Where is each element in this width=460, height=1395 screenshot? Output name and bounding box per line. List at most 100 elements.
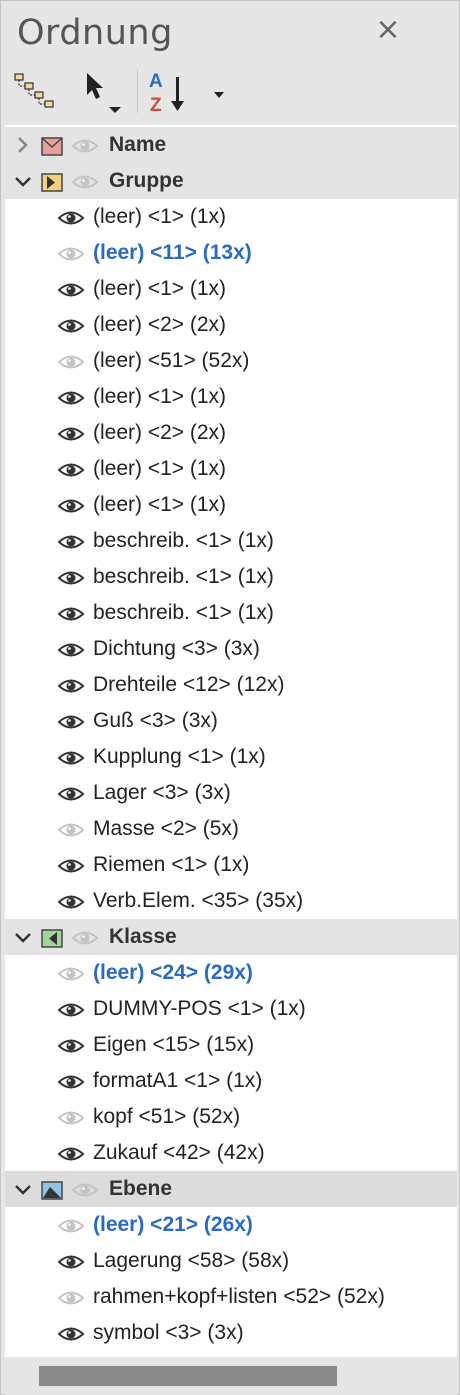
- eye-icon[interactable]: [57, 713, 85, 736]
- toolbar: A Z: [5, 63, 457, 125]
- eye-icon[interactable]: [57, 461, 85, 484]
- hierarchy-icon: [14, 73, 54, 108]
- tree-item[interactable]: Lagerung <58> (58x): [5, 1243, 457, 1279]
- tree-item[interactable]: (leer) <11> (13x): [5, 235, 457, 271]
- group-flag-icon: [41, 173, 63, 192]
- tree-item[interactable]: formatA1 <1> (1x): [5, 1063, 457, 1099]
- eye-icon[interactable]: [57, 749, 85, 772]
- tree-item-label: (leer) <51> (52x): [93, 349, 250, 372]
- tree-item-label: Lager <3> (3x): [93, 781, 231, 804]
- chevron-down-icon[interactable]: [13, 925, 33, 949]
- tree-item[interactable]: DUMMY-POS <1> (1x): [5, 991, 457, 1027]
- sort-az-button[interactable]: A Z: [145, 69, 193, 116]
- sort-letter-z: Z: [150, 95, 162, 115]
- tree-item[interactable]: (leer) <2> (2x): [5, 307, 457, 343]
- tree-item[interactable]: Zukauf <42> (42x): [5, 1135, 457, 1171]
- eye-icon[interactable]: [57, 785, 85, 808]
- eye-icon[interactable]: [71, 173, 99, 196]
- tree-item-label: rahmen+kopf+listen <52> (52x): [93, 1285, 385, 1308]
- toolbar-separator: [137, 69, 138, 113]
- eye-icon[interactable]: [71, 137, 99, 160]
- tree-item[interactable]: rahmen+kopf+listen <52> (52x): [5, 1279, 457, 1315]
- group-header-name[interactable]: Name: [5, 127, 457, 163]
- tree-item[interactable]: Verb.Elem. <35> (35x): [5, 883, 457, 919]
- tree-item[interactable]: Masse <2> (5x): [5, 811, 457, 847]
- tree-item-label: Zukauf <42> (42x): [93, 1141, 265, 1164]
- eye-icon[interactable]: [57, 893, 85, 916]
- tree-item[interactable]: Eigen <15> (15x): [5, 1027, 457, 1063]
- tree-item[interactable]: beschreib. <1> (1x): [5, 523, 457, 559]
- eye-hidden-icon[interactable]: [57, 821, 85, 844]
- horizontal-scrollbar[interactable]: [5, 1357, 457, 1395]
- tree-item[interactable]: Dichtung <3> (3x): [5, 631, 457, 667]
- tree-item[interactable]: (leer) <1> (1x): [5, 199, 457, 235]
- tree-item[interactable]: (leer) <2> (2x): [5, 415, 457, 451]
- tree-item[interactable]: kopf <51> (52x): [5, 1099, 457, 1135]
- tree-item[interactable]: symbol <3> (3x): [5, 1315, 457, 1351]
- eye-hidden-icon[interactable]: [57, 245, 85, 268]
- tree-item[interactable]: Riemen <1> (1x): [5, 847, 457, 883]
- tree-item[interactable]: (leer) <1> (1x): [5, 379, 457, 415]
- eye-icon[interactable]: [57, 281, 85, 304]
- sort-dropdown-button[interactable]: [205, 83, 233, 107]
- tree-item[interactable]: Lager <3> (3x): [5, 775, 457, 811]
- tree-item-label: Verb.Elem. <35> (35x): [93, 889, 304, 912]
- eye-hidden-icon[interactable]: [57, 965, 85, 988]
- tree-item-label: (leer) <21> (26x): [93, 1213, 253, 1236]
- eye-icon[interactable]: [57, 1253, 85, 1276]
- eye-icon[interactable]: [57, 1037, 85, 1060]
- eye-icon[interactable]: [57, 677, 85, 700]
- chevron-down-icon[interactable]: [13, 169, 33, 193]
- tree-item-label: (leer) <1> (1x): [93, 277, 227, 300]
- select-mode-button[interactable]: [79, 69, 129, 115]
- eye-hidden-icon[interactable]: [57, 353, 85, 376]
- eye-icon[interactable]: [71, 1181, 99, 1204]
- tree-item-label: kopf <51> (52x): [93, 1105, 241, 1128]
- layer-icon: [41, 1181, 63, 1200]
- eye-icon[interactable]: [57, 605, 85, 628]
- horizontal-scrollbar-thumb[interactable]: [39, 1366, 337, 1386]
- eye-icon[interactable]: [57, 1145, 85, 1168]
- eye-icon[interactable]: [57, 1325, 85, 1348]
- tree-item[interactable]: beschreib. <1> (1x): [5, 559, 457, 595]
- tree-item[interactable]: (leer) <1> (1x): [5, 487, 457, 523]
- tree-item-label: Kupplung <1> (1x): [93, 745, 266, 768]
- eye-icon[interactable]: [71, 929, 99, 952]
- chevron-right-icon[interactable]: [13, 133, 33, 157]
- eye-hidden-icon[interactable]: [57, 1109, 85, 1132]
- eye-icon[interactable]: [57, 389, 85, 412]
- chevron-down-icon[interactable]: [13, 1177, 33, 1201]
- group-header-klasse[interactable]: Klasse: [5, 919, 457, 955]
- eye-icon[interactable]: [57, 317, 85, 340]
- panel-titlebar: Ordnung ×: [1, 1, 459, 63]
- eye-icon[interactable]: [57, 425, 85, 448]
- tree-item[interactable]: Drehteile <12> (12x): [5, 667, 457, 703]
- eye-icon[interactable]: [57, 641, 85, 664]
- group-header-gruppe[interactable]: Gruppe: [5, 163, 457, 199]
- eye-icon[interactable]: [57, 1073, 85, 1096]
- tree-item-label: Guß <3> (3x): [93, 709, 218, 732]
- tree-item[interactable]: beschreib. <1> (1x): [5, 595, 457, 631]
- eye-icon[interactable]: [57, 533, 85, 556]
- tree-item[interactable]: Kupplung <1> (1x): [5, 739, 457, 775]
- eye-icon[interactable]: [57, 857, 85, 880]
- eye-hidden-icon[interactable]: [57, 1289, 85, 1312]
- tree-item[interactable]: (leer) <24> (29x): [5, 955, 457, 991]
- tree-item-label: Drehteile <12> (12x): [93, 673, 285, 696]
- tree-item[interactable]: (leer) <21> (26x): [5, 1207, 457, 1243]
- tree-item-label: (leer) <2> (2x): [93, 421, 227, 444]
- eye-icon[interactable]: [57, 569, 85, 592]
- tree-item[interactable]: Guß <3> (3x): [5, 703, 457, 739]
- eye-icon[interactable]: [57, 1001, 85, 1024]
- eye-icon[interactable]: [57, 497, 85, 520]
- eye-icon[interactable]: [57, 209, 85, 232]
- tree-item[interactable]: (leer) <51> (52x): [5, 343, 457, 379]
- eye-hidden-icon[interactable]: [57, 1217, 85, 1240]
- group-header-ebene[interactable]: Ebene: [5, 1171, 457, 1207]
- hierarchy-button[interactable]: [11, 71, 59, 111]
- close-icon[interactable]: ×: [375, 15, 401, 45]
- tree-item-label: symbol <3> (3x): [93, 1321, 244, 1344]
- tree-item[interactable]: (leer) <1> (1x): [5, 451, 457, 487]
- tree-item-label: (leer) <1> (1x): [93, 205, 227, 228]
- tree-item[interactable]: (leer) <1> (1x): [5, 271, 457, 307]
